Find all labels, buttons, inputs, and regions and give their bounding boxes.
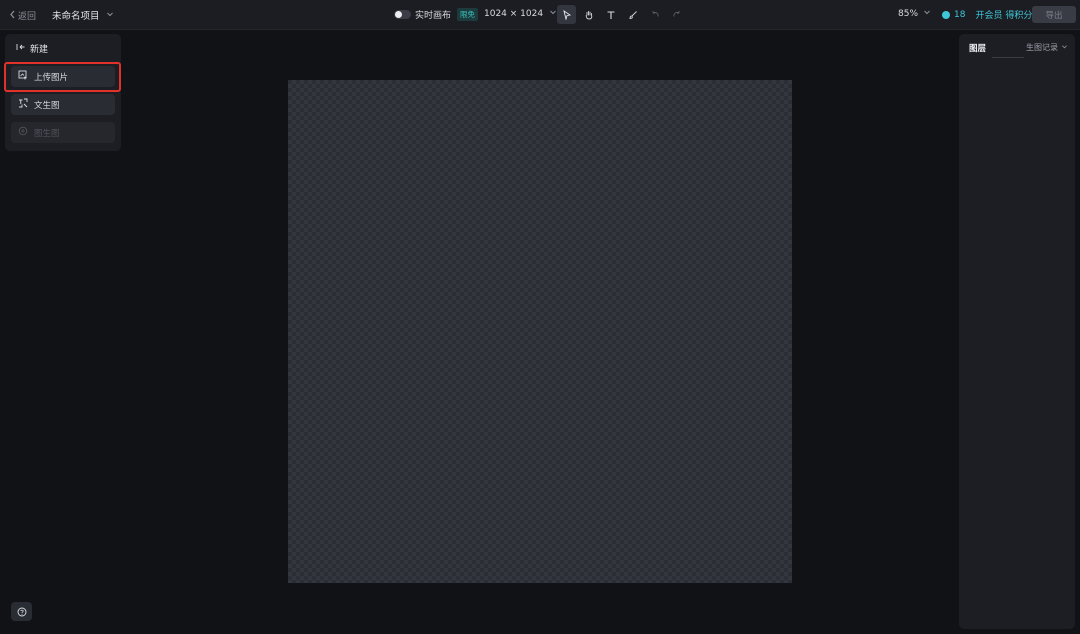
new-label: 新建 <box>30 45 49 55</box>
text-to-image-button[interactable]: 文生图 <box>11 94 115 115</box>
image-to-image-button[interactable]: 图生图 <box>11 122 115 143</box>
zoom-value: 85% <box>898 8 919 19</box>
hand-icon <box>584 5 594 24</box>
records-label: 生图记录 <box>1026 43 1058 52</box>
text-icon <box>606 5 616 24</box>
canvas-size-dropdown[interactable]: 1024 × 1024 <box>484 8 557 19</box>
realtime-canvas-toggle[interactable]: 实时画布 限免 <box>394 8 479 21</box>
realtime-label: 实时画布 <box>415 11 452 21</box>
top-bar: 返回 未命名项目 实时画布 限免 1024 × 1024 85% 18 开会员 … <box>0 0 1080 30</box>
image-to-image-label: 图生图 <box>34 128 60 139</box>
canvas-area[interactable] <box>288 80 792 583</box>
chevron-down-icon <box>923 8 931 19</box>
back-label: 返回 <box>18 12 37 22</box>
tab-layers[interactable]: 图层 <box>969 42 986 54</box>
export-button[interactable]: 导出 <box>1032 6 1076 23</box>
undo-icon <box>650 5 660 24</box>
back-button[interactable]: 返回 <box>9 9 36 22</box>
free-badge: 限免 <box>457 8 479 21</box>
credit-count: 18 <box>954 9 966 20</box>
chevron-down-icon <box>1061 43 1068 52</box>
canvas-size-value: 1024 × 1024 <box>484 8 544 19</box>
help-button[interactable] <box>11 602 32 621</box>
tab-divider <box>992 57 1024 58</box>
collapse-icon[interactable] <box>16 43 25 54</box>
zoom-dropdown[interactable]: 85% <box>898 8 931 19</box>
help-icon <box>17 602 27 621</box>
coin-icon <box>942 10 950 19</box>
right-panel: 图层 生图记录 <box>959 34 1075 629</box>
image-to-image-icon <box>18 126 28 139</box>
text-to-image-label: 文生图 <box>34 100 60 111</box>
new-header: 新建 <box>16 42 48 55</box>
membership-link[interactable]: 开会员 得积分 <box>975 8 1032 21</box>
project-name-dropdown[interactable]: 未命名项目 <box>52 8 114 22</box>
cursor-icon <box>562 5 572 24</box>
chevron-down-icon <box>549 8 557 19</box>
hand-tool[interactable] <box>579 5 598 24</box>
select-tool[interactable] <box>557 5 576 24</box>
text-to-image-icon <box>18 98 28 111</box>
left-panel: 新建 上传图片 文生图 图生图 <box>5 34 121 151</box>
toolbar <box>557 5 686 24</box>
brush-tool[interactable] <box>623 5 642 24</box>
toggle-switch[interactable] <box>394 10 411 19</box>
credits-area: 18 开会员 得积分 <box>942 8 1032 21</box>
redo-icon <box>672 5 682 24</box>
upload-highlight-box <box>4 62 121 92</box>
chevron-down-icon <box>106 10 114 21</box>
redo-tool[interactable] <box>667 5 686 24</box>
tab-generation-records[interactable]: 生图记录 <box>1026 42 1068 53</box>
project-name: 未命名项目 <box>52 11 100 22</box>
brush-icon <box>628 5 638 24</box>
text-tool[interactable] <box>601 5 620 24</box>
chevron-left-icon <box>9 10 16 22</box>
undo-tool[interactable] <box>645 5 664 24</box>
